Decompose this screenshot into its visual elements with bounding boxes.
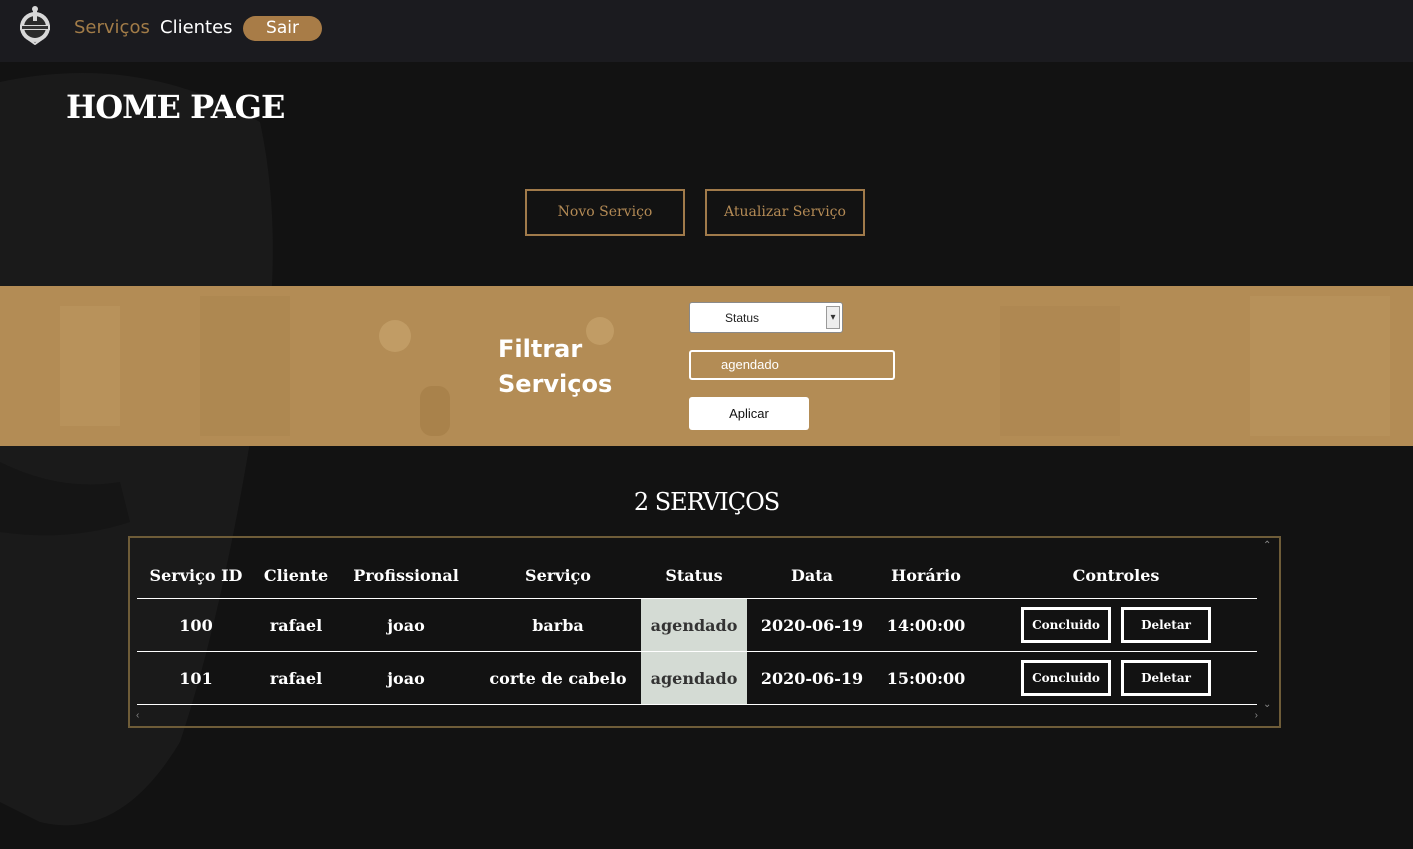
cell-cliente: rafael	[255, 651, 337, 705]
scroll-down-icon[interactable]: ⌄	[1263, 699, 1271, 710]
cell-id: 100	[137, 598, 255, 652]
cell-status: agendado	[641, 598, 747, 652]
column-header: Horário	[877, 552, 975, 599]
complete-service-button[interactable]: Concluido	[1021, 607, 1111, 643]
apply-filter-button[interactable]: Aplicar	[689, 397, 809, 430]
filter-field-select[interactable]: Status ▾	[689, 302, 843, 333]
page-title: HOME PAGE	[66, 88, 285, 126]
barbershop-logo-icon[interactable]	[16, 5, 54, 46]
column-header: Cliente	[255, 552, 337, 599]
table-row: 100 rafael joao barba agendado 2020-06-1…	[137, 598, 1257, 652]
column-header: Data	[747, 552, 877, 599]
horizontal-scrollbar[interactable]: ‹ ›	[132, 710, 1262, 724]
cell-controles: Concluido Deletar	[975, 598, 1257, 652]
results-count: 2 SERVIÇOS	[633, 488, 780, 516]
cell-data: 2020-06-19	[747, 651, 877, 705]
logout-button[interactable]: Sair	[243, 16, 322, 41]
filter-title-line2: Serviços	[498, 370, 613, 398]
services-table: Serviço ID Cliente Profissional Serviço …	[137, 552, 1257, 705]
filter-title-line1: Filtrar	[498, 335, 583, 363]
cell-cliente: rafael	[255, 598, 337, 652]
delete-service-button[interactable]: Deletar	[1121, 660, 1211, 696]
cell-status: agendado	[641, 651, 747, 705]
services-table-container[interactable]: Serviço ID Cliente Profissional Serviço …	[128, 536, 1281, 728]
table-header-row: Serviço ID Cliente Profissional Serviço …	[137, 552, 1257, 599]
chevron-down-icon[interactable]: ▾	[826, 306, 840, 329]
nav-link-clientes[interactable]: Clientes	[160, 17, 233, 38]
filter-value-input[interactable]: agendado	[689, 350, 895, 380]
cell-profissional: joao	[337, 651, 475, 705]
cell-horario: 15:00:00	[877, 651, 975, 705]
table-row: 101 rafael joao corte de cabelo agendado…	[137, 651, 1257, 705]
cell-profissional: joao	[337, 598, 475, 652]
nav-link-servicos[interactable]: Serviços	[74, 17, 150, 38]
column-header: Serviço ID	[137, 552, 255, 599]
scroll-left-icon[interactable]: ‹	[136, 710, 139, 721]
cell-id: 101	[137, 651, 255, 705]
new-service-button[interactable]: Novo Serviço	[525, 189, 685, 236]
column-header: Status	[641, 552, 747, 599]
background-decoration	[0, 62, 280, 849]
navbar: Serviços Clientes Sair	[0, 0, 1413, 62]
scroll-up-icon[interactable]: ⌃	[1263, 540, 1271, 551]
delete-service-button[interactable]: Deletar	[1121, 607, 1211, 643]
update-service-button[interactable]: Atualizar Serviço	[705, 189, 865, 236]
column-header: Profissional	[337, 552, 475, 599]
column-header: Serviço	[475, 552, 641, 599]
cell-data: 2020-06-19	[747, 598, 877, 652]
cell-servico: barba	[475, 598, 641, 652]
cell-horario: 14:00:00	[877, 598, 975, 652]
filter-section: Filtrar Serviços Status ▾ agendado Aplic…	[0, 286, 1413, 446]
cell-controles: Concluido Deletar	[975, 651, 1257, 705]
cell-servico: corte de cabelo	[475, 651, 641, 705]
filter-title: Filtrar Serviços	[498, 332, 638, 402]
vertical-scrollbar[interactable]: ⌃ ⌄	[1261, 540, 1275, 710]
complete-service-button[interactable]: Concluido	[1021, 660, 1111, 696]
scroll-right-icon[interactable]: ›	[1255, 710, 1258, 721]
column-header: Controles	[975, 552, 1257, 599]
filter-field-select-value: Status	[725, 311, 760, 325]
